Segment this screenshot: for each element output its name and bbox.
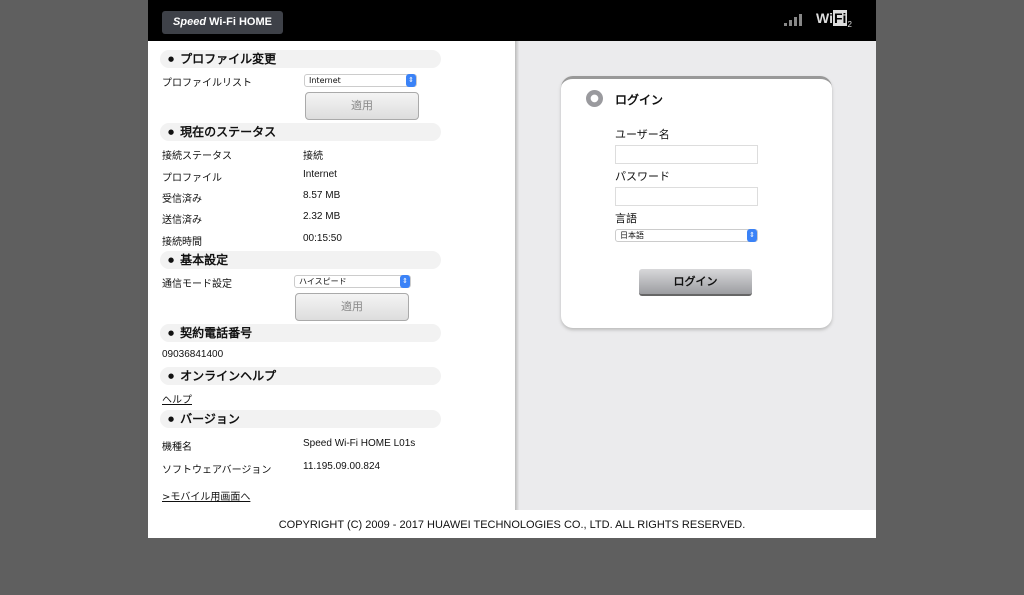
status-label: 受信済み bbox=[162, 194, 202, 205]
status-value: 接続 bbox=[303, 151, 323, 162]
mode-apply-button[interactable]: 適用 bbox=[295, 293, 409, 321]
password-input[interactable] bbox=[615, 187, 758, 206]
profile-select-value: Internet bbox=[309, 76, 341, 85]
signal-bar bbox=[789, 20, 792, 26]
wifi-text: Wi bbox=[816, 10, 833, 26]
chevron-updown-icon: ⇕ bbox=[747, 229, 757, 242]
logo: Speed Wi-Fi HOME bbox=[162, 11, 283, 34]
status-value: Internet bbox=[303, 169, 337, 180]
section-basic-title: 基本設定 bbox=[160, 251, 441, 269]
user-icon: ● bbox=[586, 90, 603, 107]
chevron-updown-icon: ⇕ bbox=[406, 74, 416, 87]
chevron-updown-icon: ⇕ bbox=[400, 275, 410, 288]
phone-number: 09036841400 bbox=[162, 349, 224, 360]
info-panel: プロファイル変更 プロファイルリスト Internet ⇕ 適用 現在のステータス… bbox=[148, 41, 515, 510]
login-title: ログイン bbox=[615, 93, 664, 107]
section-status-title: 現在のステータス bbox=[160, 123, 441, 141]
section-help-title: オンラインヘルプ bbox=[160, 367, 441, 385]
mode-select-value: ハイスピード bbox=[299, 277, 347, 286]
wifi-clients: 2 bbox=[847, 19, 852, 29]
version-value: Speed Wi-Fi HOME L01s bbox=[303, 438, 416, 449]
logo-italic-text: Speed bbox=[173, 16, 207, 28]
signal-bar bbox=[794, 17, 797, 26]
status-value: 8.57 MB bbox=[303, 190, 341, 201]
version-label: ソフトウェアバージョン bbox=[162, 465, 272, 476]
status-value: 00:15:50 bbox=[303, 233, 342, 244]
version-label: 機種名 bbox=[162, 442, 192, 453]
status-label: プロファイル bbox=[162, 173, 222, 184]
language-label: 言語 bbox=[615, 212, 637, 225]
logo-text: Wi-Fi HOME bbox=[209, 16, 272, 28]
mobile-view-link[interactable]: >モバイル用画面へ bbox=[162, 488, 250, 503]
username-input[interactable] bbox=[615, 145, 758, 164]
profile-list-label: プロファイルリスト bbox=[162, 78, 252, 89]
section-phone-title: 契約電話番号 bbox=[160, 324, 441, 342]
help-link[interactable]: ヘルプ bbox=[162, 391, 192, 406]
top-header: Speed Wi-Fi HOME WiFi2 bbox=[148, 0, 876, 41]
mode-select[interactable]: ハイスピード ⇕ bbox=[294, 275, 411, 288]
language-select[interactable]: 日本語 ⇕ bbox=[615, 229, 758, 242]
password-label: パスワード bbox=[615, 170, 670, 183]
wifi-icon: WiFi2 bbox=[816, 10, 852, 29]
signal-strength-icon bbox=[784, 14, 804, 26]
login-card: ● ログイン ユーザー名 パスワード 言語 日本語 ⇕ ログイン bbox=[561, 76, 832, 328]
status-label: 送信済み bbox=[162, 215, 202, 226]
login-button[interactable]: ログイン bbox=[639, 269, 752, 296]
login-area: ● ログイン ユーザー名 パスワード 言語 日本語 ⇕ ログイン bbox=[519, 41, 876, 510]
signal-bar bbox=[784, 23, 787, 26]
wifi-text: Fi bbox=[832, 10, 848, 26]
section-profile-title: プロファイル変更 bbox=[160, 50, 441, 68]
mode-label: 通信モード設定 bbox=[162, 279, 232, 290]
status-label: 接続ステータス bbox=[162, 151, 232, 162]
copyright-footer: COPYRIGHT (C) 2009 - 2017 HUAWEI TECHNOL… bbox=[148, 510, 876, 538]
language-select-value: 日本語 bbox=[620, 231, 644, 240]
version-value: 11.195.09.00.824 bbox=[303, 461, 381, 472]
profile-apply-button[interactable]: 適用 bbox=[305, 92, 419, 120]
section-version-title: バージョン bbox=[160, 410, 441, 428]
status-value: 2.32 MB bbox=[303, 211, 341, 222]
username-label: ユーザー名 bbox=[615, 128, 670, 141]
signal-bar bbox=[799, 14, 802, 26]
profile-select[interactable]: Internet ⇕ bbox=[304, 74, 417, 87]
status-label: 接続時間 bbox=[162, 237, 202, 248]
